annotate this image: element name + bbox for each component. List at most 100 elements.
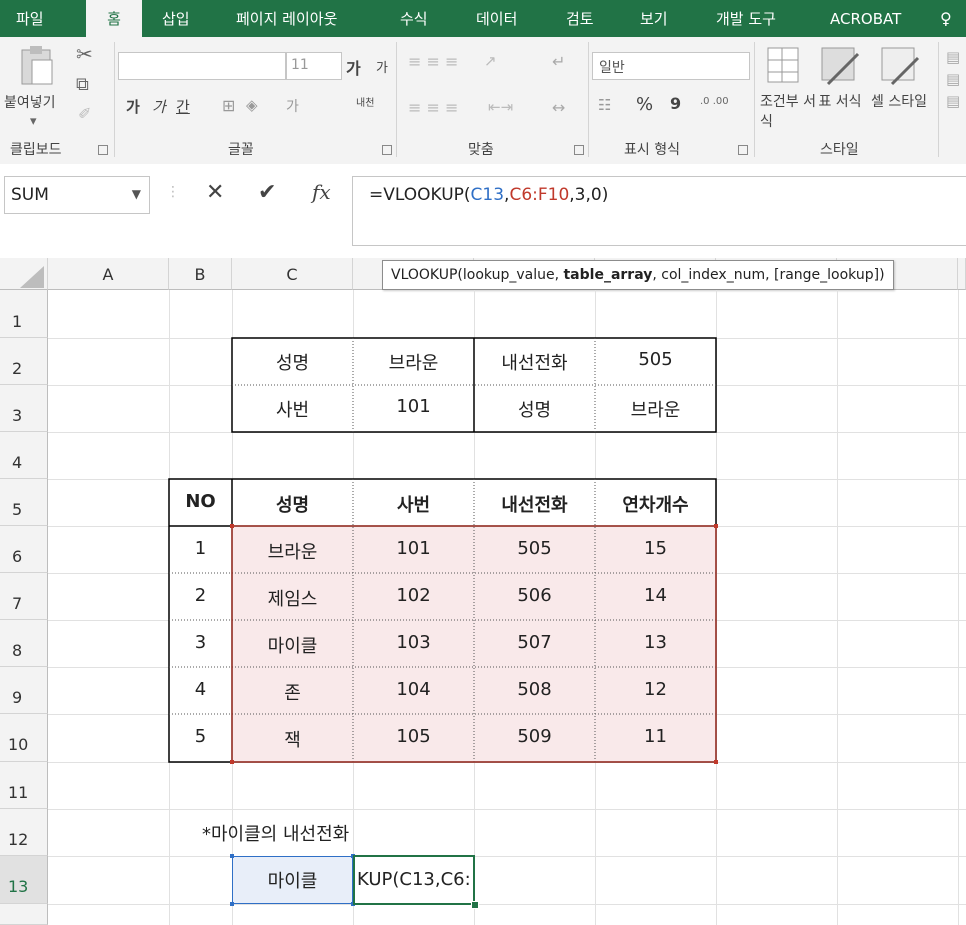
tab-data[interactable]: 데이터 [476, 0, 517, 37]
percent-button[interactable]: % [636, 94, 653, 115]
table-header-id[interactable]: 사번 [353, 491, 474, 517]
align-left-icon[interactable]: ≡ ≡ ≡ [408, 98, 458, 117]
row-header[interactable]: 9 [0, 667, 48, 714]
column-header-a[interactable]: A [48, 258, 169, 290]
align-top-icon[interactable]: ≡ ≡ ≡ [408, 52, 458, 71]
table-cell[interactable]: 잭 [232, 726, 353, 752]
table-cell[interactable]: 15 [595, 538, 716, 559]
tab-home[interactable]: 홈 [86, 0, 142, 37]
border-icon[interactable]: ⊞ [222, 96, 235, 115]
table-cell[interactable]: 506 [474, 585, 595, 606]
tab-page-layout[interactable]: 페이지 레이아웃 [236, 0, 337, 37]
tab-view[interactable]: 보기 [640, 0, 668, 37]
table-cell[interactable]: 존 [232, 679, 353, 705]
table-header-no[interactable]: NO [169, 491, 232, 512]
table-cell[interactable]: 14 [595, 585, 716, 606]
column-header-i[interactable] [958, 258, 966, 290]
name-box[interactable]: SUM ▼ [4, 176, 150, 214]
select-all-corner[interactable] [0, 258, 48, 290]
decimal-icon[interactable]: .0 .00 [700, 96, 729, 107]
row-header[interactable]: 5 [0, 479, 48, 526]
paste-dropdown-icon[interactable]: ▾ [30, 114, 37, 129]
row-header[interactable]: 1 [0, 290, 48, 338]
alignment-launcher-icon[interactable] [574, 145, 584, 155]
table-cell[interactable]: 브라운 [232, 538, 353, 564]
table-cell[interactable]: 509 [474, 726, 595, 747]
paste-label[interactable]: 붙여넣기 [4, 92, 56, 112]
row-header[interactable]: 3 [0, 385, 48, 432]
italic-button[interactable]: 가 [152, 96, 166, 117]
active-cell-editor[interactable]: KUP(C13,C6: [353, 855, 475, 905]
row-header[interactable]: 10 [0, 714, 48, 762]
table-cell[interactable]: 11 [595, 726, 716, 747]
table-cell[interactable]: 4 [169, 679, 232, 700]
info-cell[interactable]: 505 [595, 349, 716, 370]
merge-center-icon[interactable]: ↔ [552, 98, 565, 117]
tab-acrobat[interactable]: ACROBAT [830, 0, 901, 37]
table-header-name[interactable]: 성명 [232, 491, 353, 517]
table-cell[interactable]: 507 [474, 632, 595, 653]
info-cell[interactable]: 브라운 [353, 349, 474, 375]
number-launcher-icon[interactable] [738, 145, 748, 155]
cell-style-icon[interactable] [878, 44, 922, 88]
paste-icon[interactable] [18, 44, 56, 86]
fill-handle[interactable] [471, 901, 479, 909]
table-header-ext[interactable]: 내선전화 [474, 491, 595, 517]
row-header-active[interactable]: 13 [0, 856, 48, 904]
row-header[interactable]: 4 [0, 432, 48, 479]
info-cell[interactable]: 내선전화 [474, 349, 595, 375]
comma-button[interactable]: 9 [670, 94, 681, 113]
name-box-dropdown-icon[interactable]: ▼ [132, 187, 141, 201]
info-cell[interactable]: 성명 [232, 349, 353, 375]
column-header-c[interactable]: C [232, 258, 353, 290]
table-cell[interactable]: 104 [353, 679, 474, 700]
tab-developer[interactable]: 개발 도구 [716, 0, 776, 37]
table-cell[interactable]: 508 [474, 679, 595, 700]
insert-function-icon[interactable]: fx [312, 180, 331, 204]
indent-icon[interactable]: ⇤⇥ [488, 98, 513, 116]
table-cell[interactable]: 마이클 [232, 632, 353, 658]
font-name-box[interactable] [118, 52, 286, 80]
fill-color-icon[interactable]: ◈ [246, 96, 258, 114]
font-launcher-icon[interactable] [382, 145, 392, 155]
info-cell[interactable]: 사번 [232, 396, 353, 422]
cut-icon[interactable]: ✂ [76, 42, 93, 66]
font-size-box[interactable]: 11 [286, 52, 342, 80]
table-cell[interactable]: 505 [474, 538, 595, 559]
table-cell[interactable]: 13 [595, 632, 716, 653]
orientation-icon[interactable]: ↗ [484, 52, 497, 70]
row-header[interactable] [0, 904, 48, 925]
conditional-format-button[interactable]: 조건부 서식 [760, 92, 816, 132]
table-cell[interactable]: 2 [169, 585, 232, 606]
table-header-leave[interactable]: 연차개수 [595, 491, 716, 517]
cancel-icon[interactable]: ✕ [206, 180, 224, 205]
info-cell[interactable]: 성명 [474, 396, 595, 422]
lightbulb-icon[interactable]: ♀ [940, 0, 952, 37]
table-format-icon[interactable] [818, 44, 862, 88]
tab-review[interactable]: 검토 [566, 0, 594, 37]
table-cell[interactable]: 제임스 [232, 585, 353, 611]
row-header[interactable]: 12 [0, 809, 48, 856]
wrap-text-icon[interactable]: ↵ [552, 52, 565, 71]
clipboard-launcher-icon[interactable] [98, 145, 108, 155]
table-cell[interactable]: 101 [353, 538, 474, 559]
info-cell[interactable]: 101 [353, 396, 474, 417]
bold-button[interactable]: 가 [126, 96, 140, 117]
row-header[interactable]: 7 [0, 573, 48, 620]
tab-file[interactable]: 파일 [16, 0, 68, 37]
table-cell[interactable]: 3 [169, 632, 232, 653]
row-header[interactable]: 2 [0, 338, 48, 385]
column-header-b[interactable]: B [169, 258, 232, 290]
row-header[interactable]: 6 [0, 526, 48, 573]
tab-insert[interactable]: 삽입 [162, 0, 190, 37]
phonetic-button[interactable]: 내천 [356, 94, 374, 109]
row-header[interactable]: 11 [0, 762, 48, 809]
row-header[interactable]: 8 [0, 620, 48, 667]
note-text[interactable]: *마이클의 내선전화 [202, 820, 349, 846]
table-cell[interactable]: 5 [169, 726, 232, 747]
table-cell[interactable]: 103 [353, 632, 474, 653]
shrink-font-button[interactable]: 가 [376, 57, 388, 76]
font-color-button[interactable]: 가 [286, 96, 299, 116]
info-cell[interactable]: 브라운 [595, 396, 716, 422]
table-cell[interactable]: 12 [595, 679, 716, 700]
